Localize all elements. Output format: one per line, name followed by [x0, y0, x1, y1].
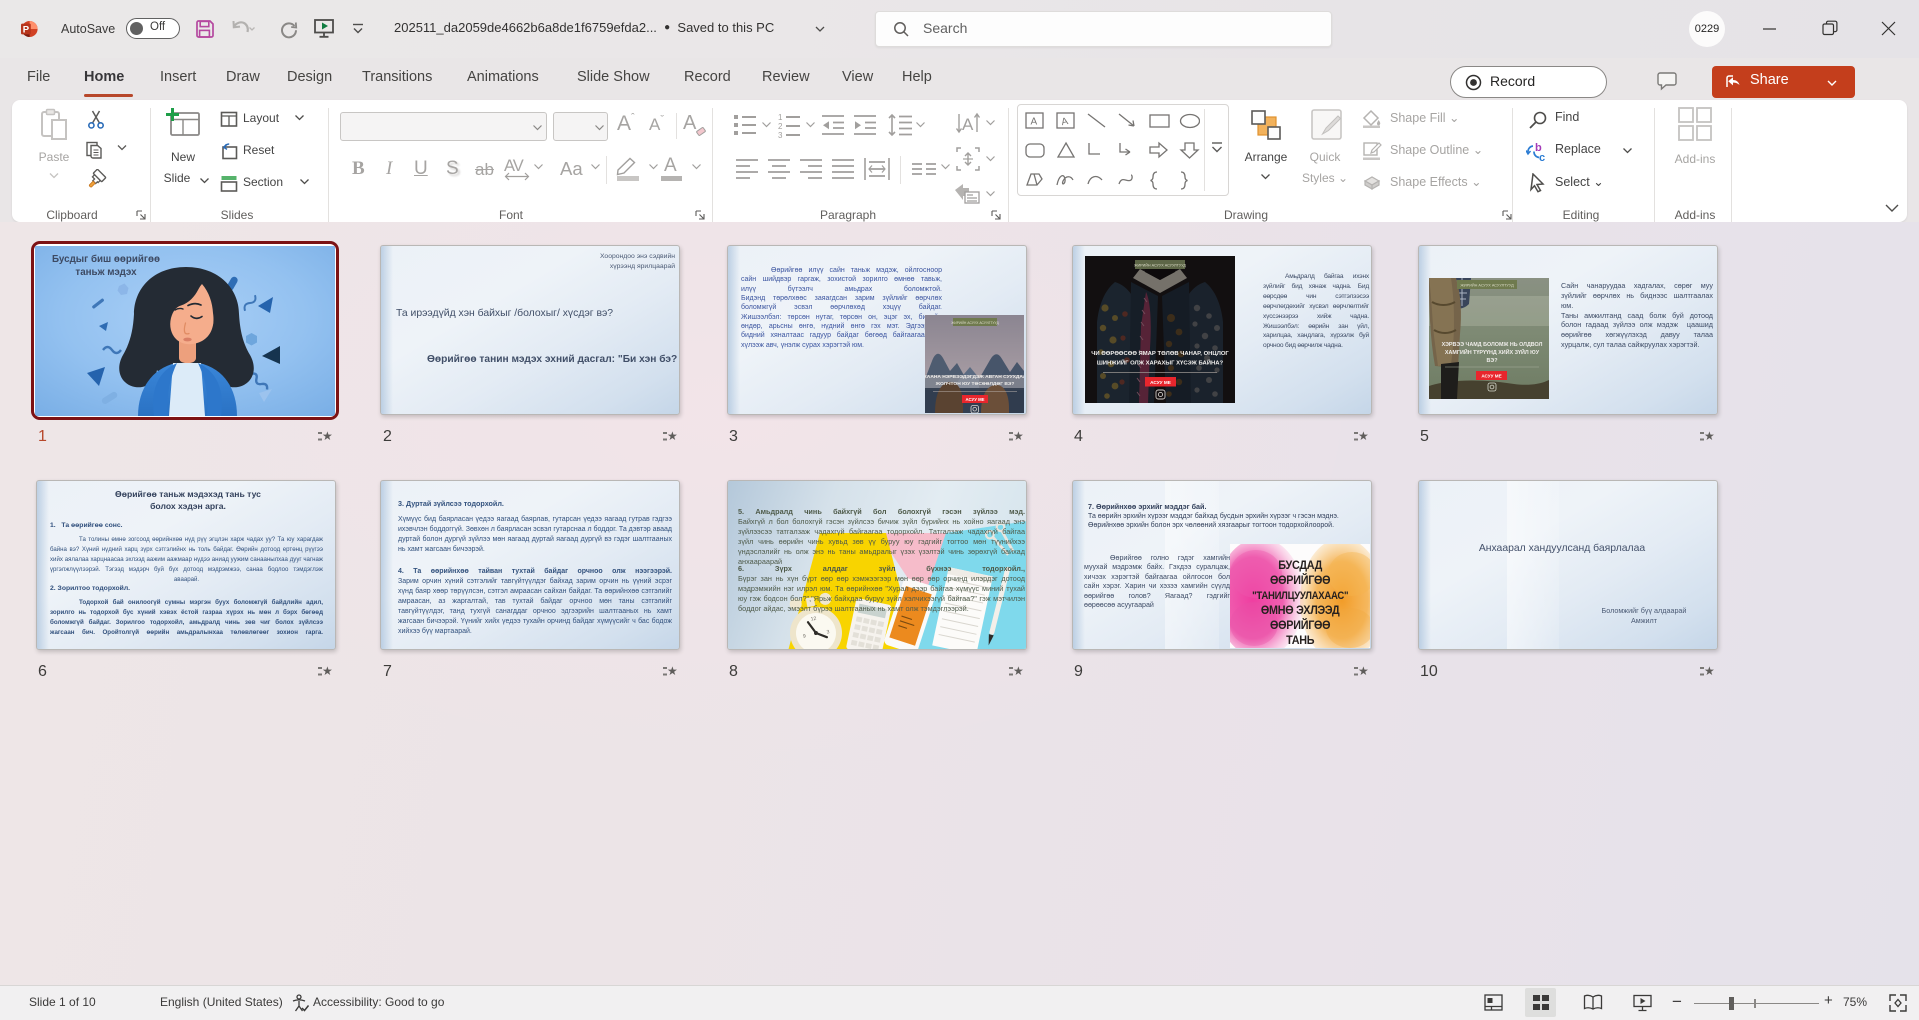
svg-text:АСУУ МЕ: АСУУ МЕ: [1150, 380, 1171, 385]
svg-text:ӨӨРИЙГӨӨ: ӨӨРИЙГӨӨ: [1270, 573, 1331, 587]
svg-text:ЖОЛЧТОН ЮУ ТӨСӨӨЛДӨГ ВЭ?: ЖОЛЧТОН ЮУ ТӨСӨӨЛДӨГ ВЭ?: [935, 381, 1015, 387]
svg-text:2: 2: [778, 122, 783, 131]
svg-text:ӨМНӨ ЭХЛЭЭД: ӨМНӨ ЭХЛЭЭД: [1261, 605, 1340, 618]
svg-text:ЖИРИЙН АСУУХ АСУУЛТУУД: ЖИРИЙН АСУУХ АСУУЛТУУД: [1134, 263, 1186, 267]
svg-text:ХАМГИЙН ТҮРҮҮНД ХИЙХ ЗҮЙЛ ЮУ: ХАМГИЙН ТҮРҮҮНД ХИЙХ ЗҮЙЛ ЮУ: [1445, 348, 1540, 356]
svg-text:1: 1: [778, 113, 783, 122]
svg-text:ВЭ?: ВЭ?: [1486, 358, 1497, 364]
svg-text:АСУУ МЕ: АСУУ МЕ: [1481, 374, 1501, 379]
svg-text:A: A: [962, 115, 974, 134]
svg-text:БУСДАД: БУСДАД: [1278, 560, 1322, 573]
svg-text:3: 3: [778, 131, 783, 138]
svg-text:A: A: [1060, 116, 1069, 128]
svg-text:АСУУ МЕ: АСУУ МЕ: [965, 397, 984, 402]
svg-text:P: P: [23, 25, 30, 36]
svg-text:ЧИ ӨӨРӨӨСӨӨ ЯМАР ТӨЛӨВ ЧАНАР,: ЧИ ӨӨРӨӨСӨӨ ЯМАР ТӨЛӨВ ЧАНАР, ОНЦЛОГ: [1091, 351, 1229, 357]
svg-text:ӨӨРИЙГӨӨ: ӨӨРИЙГӨӨ: [1270, 618, 1331, 632]
svg-text:ЖИРИЙН АСУУХ АСУУЛТУУД: ЖИРИЙН АСУУХ АСУУЛТУУД: [951, 321, 999, 325]
svg-text:"ТАНИЛЦУУЛАХААС": "ТАНИЛЦУУЛАХААС": [1252, 591, 1349, 603]
svg-text:c: c: [1539, 152, 1545, 162]
svg-text:ТАНЬ: ТАНЬ: [1286, 635, 1314, 648]
svg-text:ШИНЖИЙГ ОЛЖ ХАРАХЫГ ХҮСЭЖ БАЙН: ШИНЖИЙГ ОЛЖ ХАРАХЫГ ХҮСЭЖ БАЙНА?: [1097, 359, 1224, 367]
svg-text:A: A: [1031, 117, 1038, 128]
svg-text:ХААНА НЭРВЭЭДЭГДЭЖ АВГАН СУУХД: ХААНА НЭРВЭЭДЭГДЭЖ АВГАН СУУХДАА: [925, 374, 1024, 380]
svg-text:ЖИРИЙН АСУУХ АСУУЛТУУД: ЖИРИЙН АСУУХ АСУУЛТУУД: [1460, 283, 1514, 287]
svg-text:ХЭРВЭЭ ЧАМД БОЛОМЖ НЬ ОЛДВОЛ: ХЭРВЭЭ ЧАМД БОЛОМЖ НЬ ОЛДВОЛ: [1442, 342, 1543, 348]
